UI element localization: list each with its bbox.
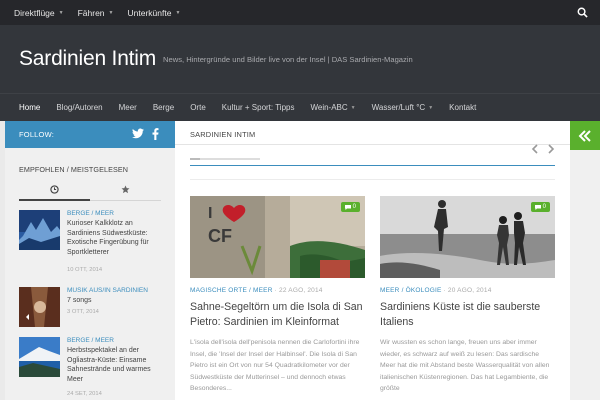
social-links <box>132 128 159 140</box>
slider-controls <box>531 144 555 154</box>
right-sidebar-rail <box>570 150 600 400</box>
topnav-item-faehren[interactable]: Fähren ▼ <box>78 8 114 18</box>
post-date: 22 AGO, 2014 <box>279 287 323 294</box>
post-date: 10 OTT, 2014 <box>67 267 103 273</box>
site-description: News, Hintergründe und Bilder live von d… <box>163 55 413 64</box>
post-title[interactable]: Sardiniens Küste ist die sauberste Itali… <box>380 300 555 330</box>
list-item[interactable]: BERGE / MEER Kurioser Kalkklotz an Sardi… <box>19 210 167 273</box>
nav-item-wein-abc[interactable]: Wein-ABC ▼ <box>310 103 355 112</box>
svg-text:CF: CF <box>208 226 232 246</box>
search-icon <box>577 7 588 18</box>
double-chevron-left-icon <box>578 129 591 142</box>
twitter-icon[interactable] <box>132 128 144 139</box>
nav-item-home[interactable]: Home <box>19 103 40 112</box>
nav-item-berge[interactable]: Berge <box>153 103 174 112</box>
comments-badge[interactable]: 0 <box>340 202 360 212</box>
post-category[interactable]: BERGE / MEER <box>67 210 114 217</box>
post-thumbnail[interactable] <box>19 210 60 250</box>
comment-icon <box>534 204 541 210</box>
post-image[interactable]: I CF 0 <box>190 196 365 278</box>
post-title[interactable]: Sahne-Segeltörn um die Isola di San Piet… <box>190 300 365 330</box>
list-item[interactable]: MUSIK AUS/IN SARDINIEN 7 songs 3 OTT, 20… <box>19 287 167 333</box>
nav-item-meer[interactable]: Meer <box>119 103 137 112</box>
main-nav: Home Blog/Autoren Meer Berge Orte Kultur… <box>0 93 600 121</box>
post-category[interactable]: BERGE / MEER <box>67 337 114 344</box>
post-title[interactable]: Kurioser Kalkklotz an Sardiniens Südwest… <box>67 219 167 257</box>
tab-popular[interactable] <box>90 179 161 201</box>
slider-track <box>190 158 260 160</box>
post-image[interactable]: 0 <box>380 196 555 278</box>
svg-text:I: I <box>208 205 212 222</box>
divider <box>175 144 570 145</box>
sidebar-toggle-button[interactable] <box>570 121 600 150</box>
post-title[interactable]: Herbstspektakel an der Ogliastra-Küste: … <box>67 346 167 384</box>
follow-label: FOLLOW: <box>19 130 55 139</box>
post-category[interactable]: MUSIK AUS/IN SARDINIEN <box>67 287 148 294</box>
chevron-down-icon: ▼ <box>108 9 114 16</box>
post-thumbnail[interactable] <box>19 337 60 377</box>
left-sidebar: FOLLOW: EMPFOHLEN / MEISTGELESEN BERGE /… <box>5 121 175 400</box>
post-excerpt: L'isola dell'isola dell'penisola nennen … <box>190 339 360 393</box>
topnav-item-unterkuenfte[interactable]: Unterkünfte ▼ <box>127 8 180 18</box>
post-category[interactable]: MAGISCHE ORTE / MEER <box>190 287 273 294</box>
post-meta: MEER / ÖKOLOGIE · 20 AGO, 2014 <box>380 287 492 294</box>
widget-title: EMPFOHLEN / MEISTGELESEN <box>19 165 129 174</box>
post-card: 0 MEER / ÖKOLOGIE · 20 AGO, 2014 Sardini… <box>380 196 555 400</box>
nav-item-wasser-luft[interactable]: Wasser/Luft °C ▼ <box>372 103 434 112</box>
slider-line <box>190 165 555 166</box>
clock-icon <box>50 184 59 194</box>
post-category[interactable]: MEER / ÖKOLOGIE <box>380 287 442 294</box>
topnav-item-direktfluege[interactable]: Direktflüge ▼ <box>14 8 64 18</box>
comments-badge[interactable]: 0 <box>530 202 550 212</box>
site-header: Sardinien Intim News, Hintergründe und B… <box>0 25 600 93</box>
chevron-left-icon[interactable] <box>531 144 539 154</box>
nav-item-orte[interactable]: Orte <box>190 103 206 112</box>
page-title: SARDINIEN INTIM <box>190 130 256 139</box>
nav-item-kontakt[interactable]: Kontakt <box>449 103 476 112</box>
slider-indicator[interactable] <box>190 158 200 160</box>
divider <box>190 179 555 180</box>
post-meta: MAGISCHE ORTE / MEER · 22 AGO, 2014 <box>190 287 323 294</box>
nav-item-blog-autoren[interactable]: Blog/Autoren <box>56 103 102 112</box>
comment-icon <box>344 204 351 210</box>
post-date: 20 AGO, 2014 <box>447 287 492 294</box>
main-content: SARDINIEN INTIM I CF 0 MAGISCHE ORTE / M… <box>175 121 570 400</box>
chevron-down-icon: ▼ <box>175 9 181 16</box>
post-thumbnail[interactable] <box>19 287 60 327</box>
chevron-down-icon: ▼ <box>58 9 64 16</box>
search-button[interactable] <box>564 0 600 25</box>
widget-tabs <box>19 179 161 201</box>
chevron-right-icon[interactable] <box>547 144 555 154</box>
follow-bar: FOLLOW: <box>5 121 175 148</box>
post-date: 3 OTT, 2014 <box>67 309 99 315</box>
top-bar: Direktflüge ▼ Fähren ▼ Unterkünfte ▼ <box>0 0 600 25</box>
list-item[interactable]: BERGE / MEER Herbstspektakel an der Ogli… <box>19 337 167 397</box>
facebook-icon[interactable] <box>152 128 159 140</box>
site-title[interactable]: Sardinien Intim <box>19 47 156 71</box>
post-date: 24 SET, 2014 <box>67 391 102 397</box>
top-nav: Direktflüge ▼ Fähren ▼ Unterkünfte ▼ <box>0 0 600 25</box>
post-excerpt: Wir wussten es schon lange, freuen uns a… <box>380 339 550 393</box>
nav-item-kultur-sport[interactable]: Kultur + Sport: Tipps <box>222 103 295 112</box>
post-title[interactable]: 7 songs <box>67 296 167 306</box>
chevron-down-icon: ▼ <box>350 104 356 111</box>
post-card: I CF 0 MAGISCHE ORTE / MEER · 22 AGO, 20… <box>190 196 365 400</box>
chevron-down-icon: ▼ <box>428 104 434 111</box>
tab-recent[interactable] <box>19 179 90 201</box>
star-icon <box>121 185 130 194</box>
